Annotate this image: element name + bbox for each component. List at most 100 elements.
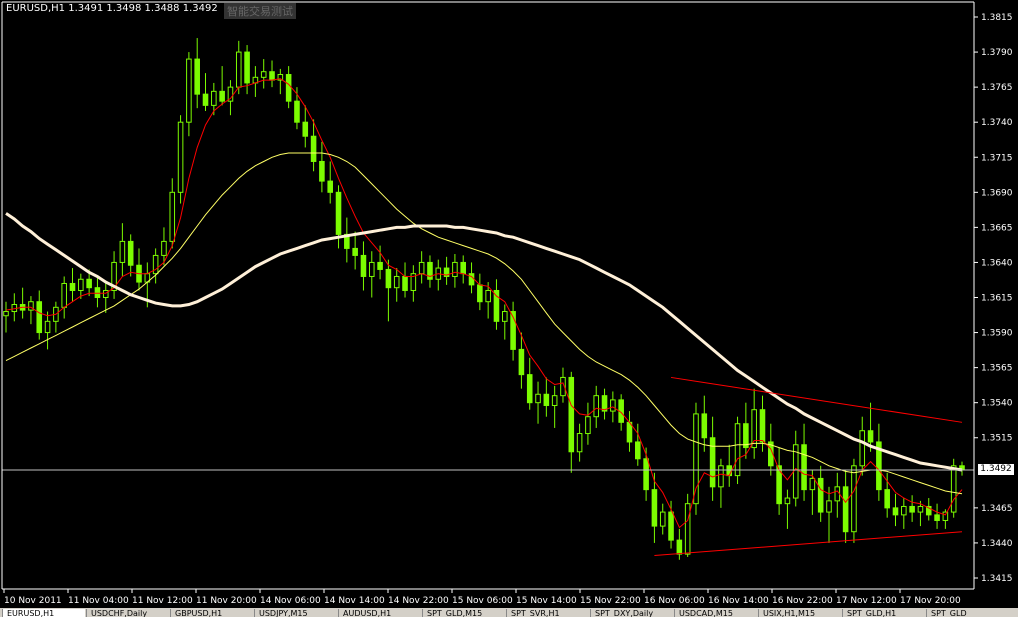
- candle: [817, 465, 824, 522]
- candle-body: [809, 477, 816, 491]
- candle-body: [909, 505, 915, 513]
- candle: [510, 301, 516, 361]
- candle: [684, 493, 691, 557]
- chart-tab[interactable]: SPT_GLD,H1: [842, 609, 925, 617]
- candle-body: [377, 261, 383, 270]
- y-tick-label: 1.3465: [981, 504, 1013, 514]
- chart-tab[interactable]: USDCAD,M15: [674, 609, 757, 617]
- chart-header: EURUSD,H1 1.3491 1.3498 1.3488 1.3492: [6, 3, 218, 14]
- candle-body: [917, 505, 924, 513]
- candle-body: [269, 71, 275, 81]
- candle: [560, 367, 566, 403]
- candle-body: [152, 254, 159, 275]
- chart-tab[interactable]: USDJPY,M15: [254, 609, 337, 617]
- candle: [693, 402, 699, 515]
- x-tick-label: 15 Nov 06:00: [452, 596, 513, 606]
- y-tick-label: 1.3640: [981, 258, 1013, 268]
- trendlines-layer: [654, 376, 963, 557]
- ohlc-values: 1.3491 1.3498 1.3488 1.3492: [68, 3, 218, 14]
- candle: [826, 486, 832, 543]
- candle: [368, 251, 375, 298]
- candle-body: [643, 458, 649, 491]
- candle: [385, 259, 392, 322]
- chart-tab[interactable]: EURUSD,H1: [2, 609, 85, 617]
- candle-body: [260, 71, 267, 78]
- chart-tab[interactable]: GBPUSD,H1: [170, 609, 253, 617]
- candle: [784, 489, 791, 529]
- chart-tab[interactable]: AUDUSD,H1: [338, 609, 421, 617]
- candle: [136, 248, 142, 291]
- candle: [28, 296, 34, 325]
- candle-body: [743, 423, 749, 449]
- candle: [202, 73, 209, 111]
- candle: [709, 416, 716, 501]
- candle-body: [3, 311, 9, 317]
- expert-watermark: 智能交易测试: [224, 3, 296, 19]
- candle-body: [194, 58, 200, 95]
- chart-tab[interactable]: SPT_SVR,H1: [506, 609, 589, 617]
- candle: [576, 423, 583, 462]
- x-tick-label: 10 Nov 2011: [4, 596, 62, 606]
- candle-body: [535, 393, 541, 404]
- candle-body: [352, 247, 358, 256]
- candle-body: [161, 240, 167, 256]
- x-tick-label: 14 Nov 14:00: [324, 596, 385, 606]
- candle-body: [385, 268, 392, 289]
- candle: [285, 66, 292, 109]
- candle-body: [360, 254, 367, 277]
- chart-tab[interactable]: SPT_DXY,Daily: [590, 609, 673, 617]
- x-tick-label: 14 Nov 06:00: [260, 596, 321, 606]
- candle-body: [668, 511, 674, 541]
- candle: [252, 66, 259, 97]
- candle-body: [518, 348, 525, 376]
- candle: [277, 68, 284, 95]
- candle-body: [418, 261, 425, 275]
- candle-body: [393, 275, 400, 289]
- candle: [327, 161, 333, 204]
- x-tick-label: 16 Nov 06:00: [644, 596, 705, 606]
- candle-body: [219, 90, 225, 102]
- candle: [635, 423, 641, 466]
- candle-body: [460, 261, 467, 275]
- price-chart[interactable]: 1.3815 1.3790 1.3765 1.3740 1.3715 1.3690 1.36…: [0, 0, 1018, 617]
- candle-body: [402, 275, 408, 291]
- candle: [568, 371, 575, 473]
- candle-body: [202, 93, 209, 106]
- candle-body: [751, 409, 757, 449]
- candle-body: [319, 160, 325, 182]
- candle: [3, 301, 9, 333]
- chart-tab[interactable]: SPT_GLD,M15: [422, 609, 505, 617]
- chart-tabs-bar: EURUSD,H1 USDCHF,Daily GBPUSD,H1 USDJPY,M15…: [0, 608, 1018, 617]
- candle: [751, 388, 757, 459]
- candle: [219, 66, 225, 106]
- candle: [901, 498, 907, 529]
- candle: [44, 311, 51, 350]
- candle: [776, 447, 782, 515]
- y-tick-label: 1.3540: [981, 399, 1013, 409]
- candle-body: [285, 74, 292, 102]
- candle-body: [718, 465, 724, 488]
- candle: [526, 357, 533, 410]
- chart-tab[interactable]: USDCHF,Daily: [86, 609, 169, 617]
- candle: [152, 248, 159, 284]
- candle-body: [651, 489, 658, 527]
- candle: [410, 265, 417, 302]
- x-tick-label: 14 Nov 22:00: [388, 596, 449, 606]
- y-tick-label: 1.3690: [981, 188, 1013, 198]
- x-tick-label: 16 Nov 22:00: [772, 596, 833, 606]
- candle-body: [934, 514, 940, 521]
- candle-body: [817, 477, 824, 513]
- y-tick-label: 1.3615: [981, 294, 1013, 304]
- candle-body: [543, 393, 550, 406]
- candle-body: [294, 100, 300, 123]
- candle-body: [526, 374, 533, 404]
- x-tick-label: 11 Nov 04:00: [68, 596, 129, 606]
- candle: [53, 301, 59, 333]
- chart-tab[interactable]: USIX,H1,M15: [758, 609, 841, 617]
- chart-tab[interactable]: SPT_GLD: [926, 609, 1009, 617]
- candle-body: [244, 51, 250, 84]
- candle-body: [801, 444, 807, 491]
- candle-body: [127, 240, 134, 266]
- candle: [842, 470, 849, 543]
- y-tick-label: 1.3765: [981, 83, 1013, 93]
